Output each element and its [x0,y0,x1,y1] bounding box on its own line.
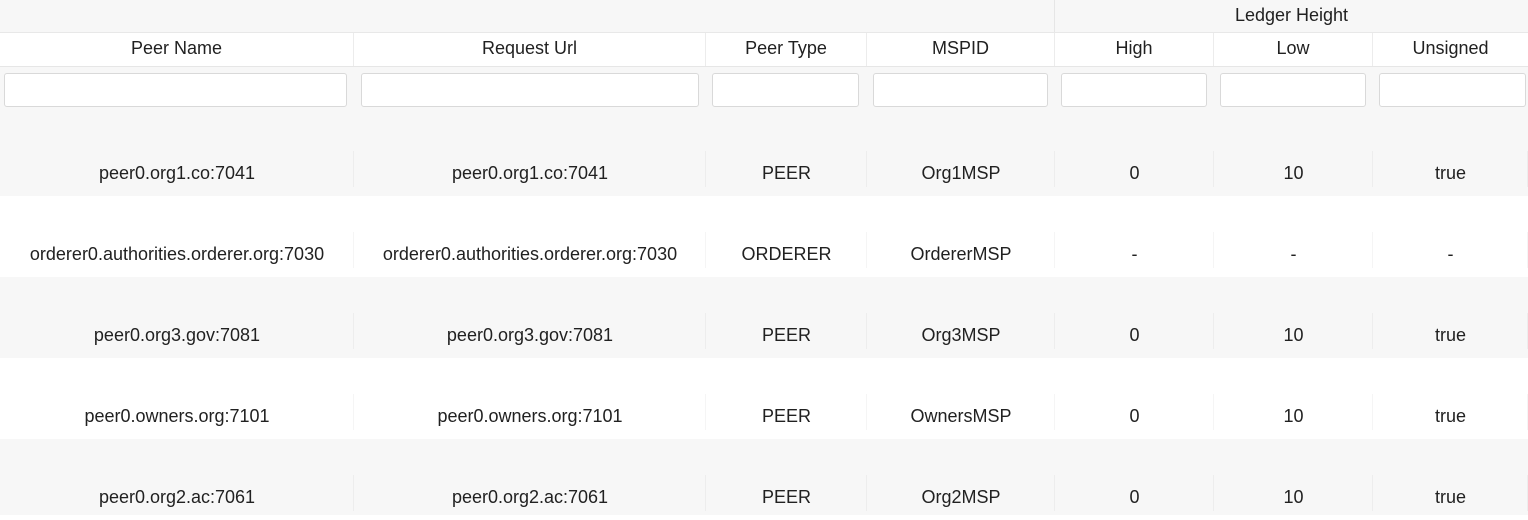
cell-unsigned: - [1373,196,1528,277]
column-header-row: Peer Name Request Url Peer Type MSPID Hi… [0,33,1528,67]
cell-peer-type: PEER [706,115,867,196]
cell-low: - [1214,196,1373,277]
cell-request-url: peer0.org2.ac:7061 [354,439,706,520]
cell-high: - [1055,196,1214,277]
cell-peer-name: peer0.org1.co:7041 [0,115,354,196]
cell-request-url: peer0.org3.gov:7081 [354,277,706,358]
cell-high: 0 [1055,439,1214,520]
cell-low: 10 [1214,115,1373,196]
cell-mspid: Org3MSP [867,277,1055,358]
cell-mspid: OwnersMSP [867,358,1055,439]
low-filter-input[interactable] [1220,73,1366,107]
peers-table: Ledger Height Peer Name Request Url Peer… [0,0,1528,515]
table-row[interactable]: peer0.org1.co:7041 peer0.org1.co:7041 PE… [0,115,1528,197]
cell-high: 0 [1055,358,1214,439]
column-header-unsigned[interactable]: Unsigned [1373,33,1528,66]
cell-unsigned: true [1373,115,1528,196]
table-row[interactable]: peer0.org2.ac:7061 peer0.org2.ac:7061 PE… [0,439,1528,515]
cell-peer-name: orderer0.authorities.orderer.org:7030 [0,196,354,277]
table-row[interactable]: peer0.org3.gov:7081 peer0.org3.gov:7081 … [0,277,1528,359]
cell-low: 10 [1214,277,1373,358]
cell-peer-name: peer0.owners.org:7101 [0,358,354,439]
cell-peer-name: peer0.org2.ac:7061 [0,439,354,520]
table-row[interactable]: peer0.owners.org:7101 peer0.owners.org:7… [0,358,1528,440]
column-header-peer-type[interactable]: Peer Type [706,33,867,66]
cell-request-url: peer0.owners.org:7101 [354,358,706,439]
cell-request-url: peer0.org1.co:7041 [354,115,706,196]
column-header-high[interactable]: High [1055,33,1214,66]
group-header-row: Ledger Height [0,0,1528,33]
cell-high: 0 [1055,115,1214,196]
cell-mspid: OrdererMSP [867,196,1055,277]
cell-low: 10 [1214,439,1373,520]
cell-peer-type: ORDERER [706,196,867,277]
cell-peer-type: PEER [706,277,867,358]
column-header-peer-name[interactable]: Peer Name [0,33,354,66]
unsigned-filter-input[interactable] [1379,73,1526,107]
cell-high: 0 [1055,277,1214,358]
cell-unsigned: true [1373,439,1528,520]
cell-peer-name: peer0.org3.gov:7081 [0,277,354,358]
cell-unsigned: true [1373,277,1528,358]
request-url-filter-input[interactable] [361,73,699,107]
cell-unsigned: true [1373,358,1528,439]
column-header-mspid[interactable]: MSPID [867,33,1055,66]
column-header-request-url[interactable]: Request Url [354,33,706,66]
cell-peer-type: PEER [706,439,867,520]
cell-request-url: orderer0.authorities.orderer.org:7030 [354,196,706,277]
table-row[interactable]: orderer0.authorities.orderer.org:7030 or… [0,196,1528,278]
filter-row [0,67,1528,116]
high-filter-input[interactable] [1061,73,1207,107]
column-header-low[interactable]: Low [1214,33,1373,66]
peer-type-filter-input[interactable] [712,73,859,107]
mspid-filter-input[interactable] [873,73,1048,107]
peer-name-filter-input[interactable] [4,73,347,107]
cell-mspid: Org2MSP [867,439,1055,520]
cell-mspid: Org1MSP [867,115,1055,196]
cell-low: 10 [1214,358,1373,439]
ledger-height-group-header: Ledger Height [1234,5,1349,25]
cell-peer-type: PEER [706,358,867,439]
